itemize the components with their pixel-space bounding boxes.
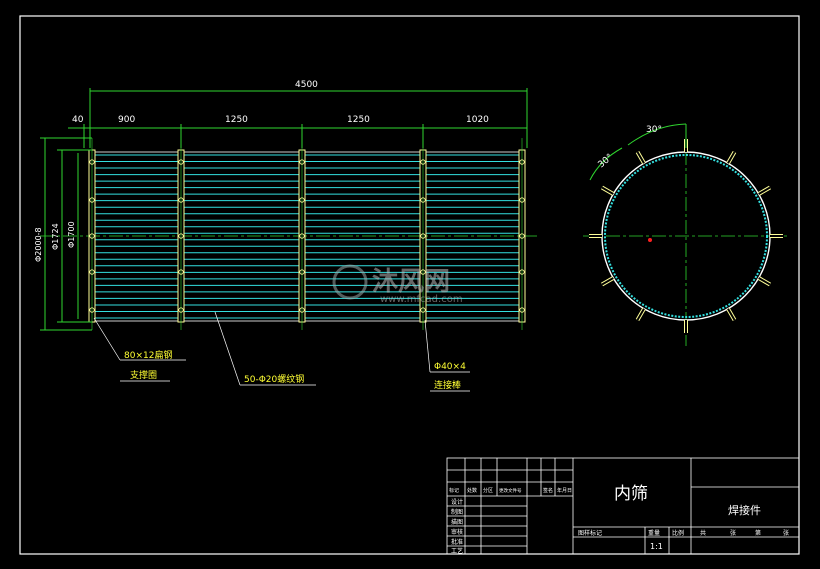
front-dimensions: 4500 40 900 1250 1250 1020 Φ2000-8 Φ1724… (34, 80, 528, 331)
angle-top: 30° (646, 125, 662, 135)
scale-value: 1:1 (650, 542, 663, 551)
callout-rebar-spec: 50-Φ20螺纹钢 (244, 373, 304, 385)
dim-dia-outer: Φ2000-8 (34, 227, 43, 262)
header-cell: 年月日 (557, 487, 572, 494)
header-cell: 处数 (467, 487, 477, 494)
dim-total-length: 4500 (295, 80, 318, 90)
sheet-label: 张 (730, 529, 736, 537)
role-label: 设计 (451, 498, 463, 506)
angle-side: 30° (597, 152, 616, 170)
stage-label: 图样标记 (578, 529, 602, 537)
part-name: 内筛 (614, 484, 648, 504)
sheet-label: 共 (700, 529, 706, 537)
sheet-label: 张 (783, 529, 789, 537)
watermark-logo-icon (332, 264, 368, 300)
dim-seg-900: 900 (118, 115, 135, 125)
role-label: 描图 (451, 518, 463, 526)
role-label: 批准 (451, 538, 463, 546)
header-cell: 分区 (483, 487, 493, 494)
dim-dia-mid: Φ1724 (51, 223, 60, 250)
cad-drawing-canvas: 4500 40 900 1250 1250 1020 Φ2000-8 Φ1724… (19, 15, 800, 555)
role-label: 审核 (451, 528, 463, 536)
drawing-type: 焊接件 (728, 503, 761, 517)
dim-seg-1250-b: 1250 (347, 115, 370, 125)
sheet-label: 第 (755, 529, 761, 537)
front-view (40, 138, 540, 330)
title-block-text: 内筛 焊接件 1:1 标记 处数 分区 更改文件号 签名 年月日 设计 制图 描… (449, 484, 789, 555)
stage-label: 重量 (648, 529, 660, 537)
dim-dia-inner: Φ1700 (67, 221, 76, 248)
header-cell: 更改文件号 (499, 487, 522, 494)
role-label: 制图 (451, 508, 463, 516)
side-view: 30° 30° (583, 123, 790, 346)
callout-support-ring-spec: 80×12扁钢 (124, 349, 172, 361)
callout-rod-spec: Φ40×4 (434, 362, 466, 372)
watermark-brand: 沐风网 (372, 267, 450, 297)
header-cell: 签名 (543, 487, 553, 494)
watermark-url: www.mfcad.com (380, 294, 463, 305)
header-cell: 标记 (449, 487, 459, 494)
callouts: 80×12扁钢 支撑圈 50-Φ20螺纹钢 Φ40×4 连接棒 (93, 311, 470, 392)
stage-label: 比例 (672, 529, 684, 537)
callout-support-ring-name: 支撑圈 (130, 369, 157, 381)
dim-seg-1250-a: 1250 (225, 115, 248, 125)
role-label: 工艺 (451, 547, 463, 555)
dim-seg-1020: 1020 (466, 115, 489, 125)
dim-seg-40: 40 (72, 115, 84, 125)
callout-rod-name: 连接棒 (434, 379, 461, 391)
center-mark (648, 238, 652, 242)
